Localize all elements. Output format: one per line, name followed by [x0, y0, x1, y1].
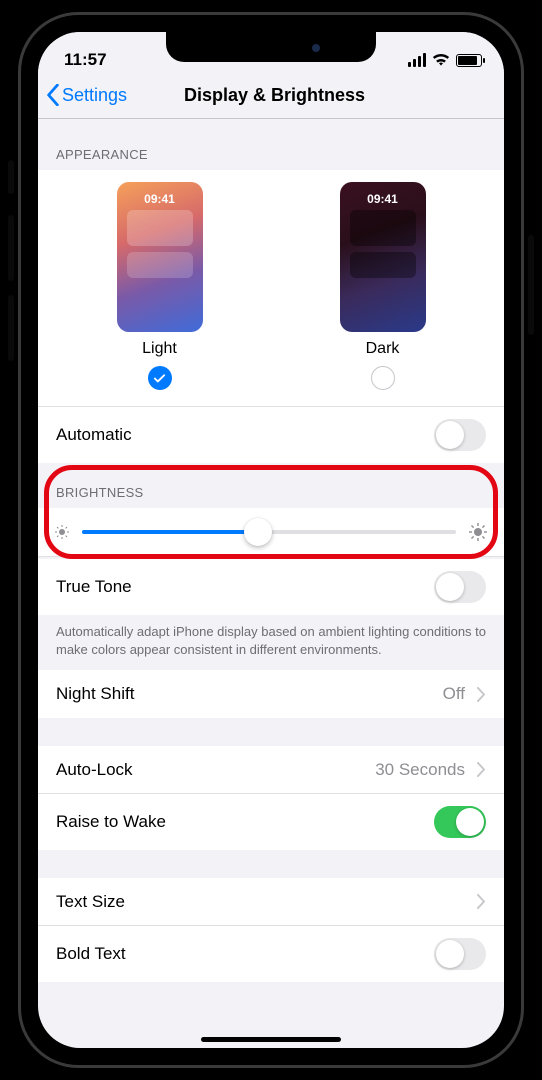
nightshift-value: Off	[443, 684, 465, 704]
dark-radio[interactable]	[371, 366, 395, 390]
sun-low-icon	[54, 524, 70, 540]
appearance-mode-dark[interactable]: 09:41 Dark	[340, 182, 426, 390]
autolock-value: 30 Seconds	[375, 760, 465, 780]
notch	[166, 32, 376, 62]
battery-icon	[456, 54, 482, 67]
raise-cell[interactable]: Raise to Wake	[38, 794, 504, 850]
automatic-toggle[interactable]	[434, 419, 486, 451]
truetone-label: True Tone	[56, 577, 132, 597]
cellular-icon	[408, 53, 426, 67]
wifi-icon	[432, 53, 450, 67]
light-radio[interactable]	[148, 366, 172, 390]
phone-frame: 11:57 Settings Display & Brightness APPE…	[18, 12, 524, 1068]
autolock-label: Auto-Lock	[56, 760, 133, 780]
nightshift-label: Night Shift	[56, 684, 134, 704]
truetone-description: Automatically adapt iPhone display based…	[38, 615, 504, 670]
textsize-label: Text Size	[56, 892, 125, 912]
raise-toggle[interactable]	[434, 806, 486, 838]
light-preview: 09:41	[117, 182, 203, 332]
page-title: Display & Brightness	[57, 85, 492, 106]
dark-preview: 09:41	[340, 182, 426, 332]
brightness-slider-cell	[38, 508, 504, 557]
check-icon	[153, 372, 166, 385]
truetone-cell[interactable]: True Tone	[38, 559, 504, 615]
home-indicator[interactable]	[201, 1037, 341, 1042]
raise-label: Raise to Wake	[56, 812, 166, 832]
sun-high-icon	[468, 522, 488, 542]
textsize-cell[interactable]: Text Size	[38, 878, 504, 926]
autolock-cell[interactable]: Auto-Lock 30 Seconds	[38, 746, 504, 794]
brightness-slider[interactable]	[82, 530, 456, 534]
automatic-label: Automatic	[56, 425, 132, 445]
appearance-group: 09:41 Light 09:41 Dark	[38, 170, 504, 463]
appearance-mode-light[interactable]: 09:41 Light	[117, 182, 203, 390]
screen: 11:57 Settings Display & Brightness APPE…	[38, 32, 504, 1048]
chevron-right-icon	[477, 762, 486, 777]
appearance-header: APPEARANCE	[38, 119, 504, 170]
truetone-toggle[interactable]	[434, 571, 486, 603]
chevron-right-icon	[477, 894, 486, 909]
light-label: Light	[142, 340, 177, 358]
nav-bar: Settings Display & Brightness	[38, 76, 504, 119]
boldtext-toggle[interactable]	[434, 938, 486, 970]
boldtext-label: Bold Text	[56, 944, 126, 964]
status-time: 11:57	[64, 50, 107, 70]
dark-label: Dark	[366, 340, 400, 358]
brightness-header: BRIGHTNESS	[38, 463, 504, 508]
automatic-cell[interactable]: Automatic	[38, 406, 504, 463]
nightshift-cell[interactable]: Night Shift Off	[38, 670, 504, 718]
boldtext-cell[interactable]: Bold Text	[38, 926, 504, 982]
chevron-right-icon	[477, 687, 486, 702]
